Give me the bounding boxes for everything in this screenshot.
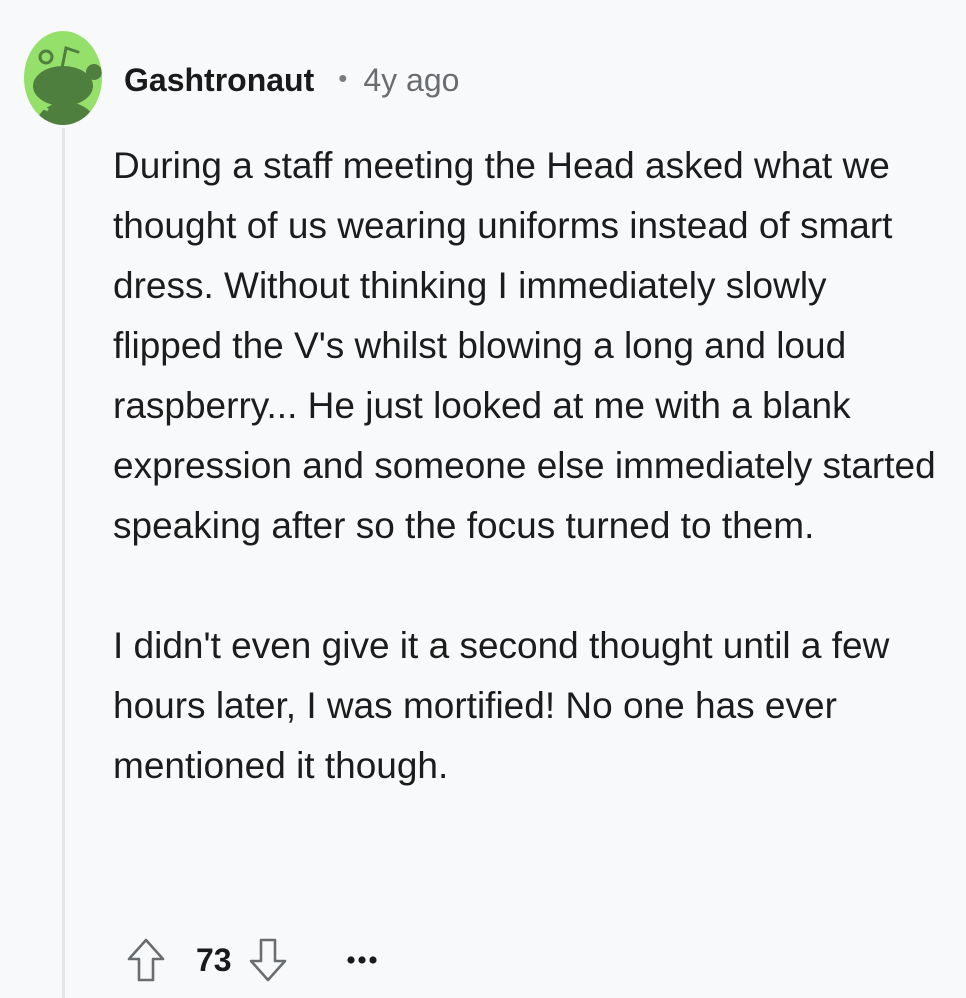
upvote-arrow-icon [127,938,165,982]
reddit-snoo-avatar-icon [24,31,102,125]
comment-body: During a staff meeting the Head asked wh… [113,136,943,796]
vote-score: 73 [196,941,232,978]
comment-thread-line[interactable] [62,128,65,998]
downvote-button[interactable] [246,936,290,984]
comment-timestamp[interactable]: 4y ago [363,62,459,99]
downvote-arrow-icon [249,938,286,982]
comment-action-bar: 73 [124,932,378,988]
comment-author[interactable]: Gashtronaut [124,62,314,99]
user-avatar[interactable] [24,30,102,126]
ellipsis-icon [346,956,377,964]
more-options-button[interactable] [346,936,378,984]
meta-separator: • [338,62,348,93]
comment-paragraph: I didn't even give it a second thought u… [113,625,890,786]
comment-paragraph: During a staff meeting the Head asked wh… [113,145,936,546]
upvote-button[interactable] [124,936,168,984]
comment-header: Gashtronaut • 4y ago [124,56,459,104]
